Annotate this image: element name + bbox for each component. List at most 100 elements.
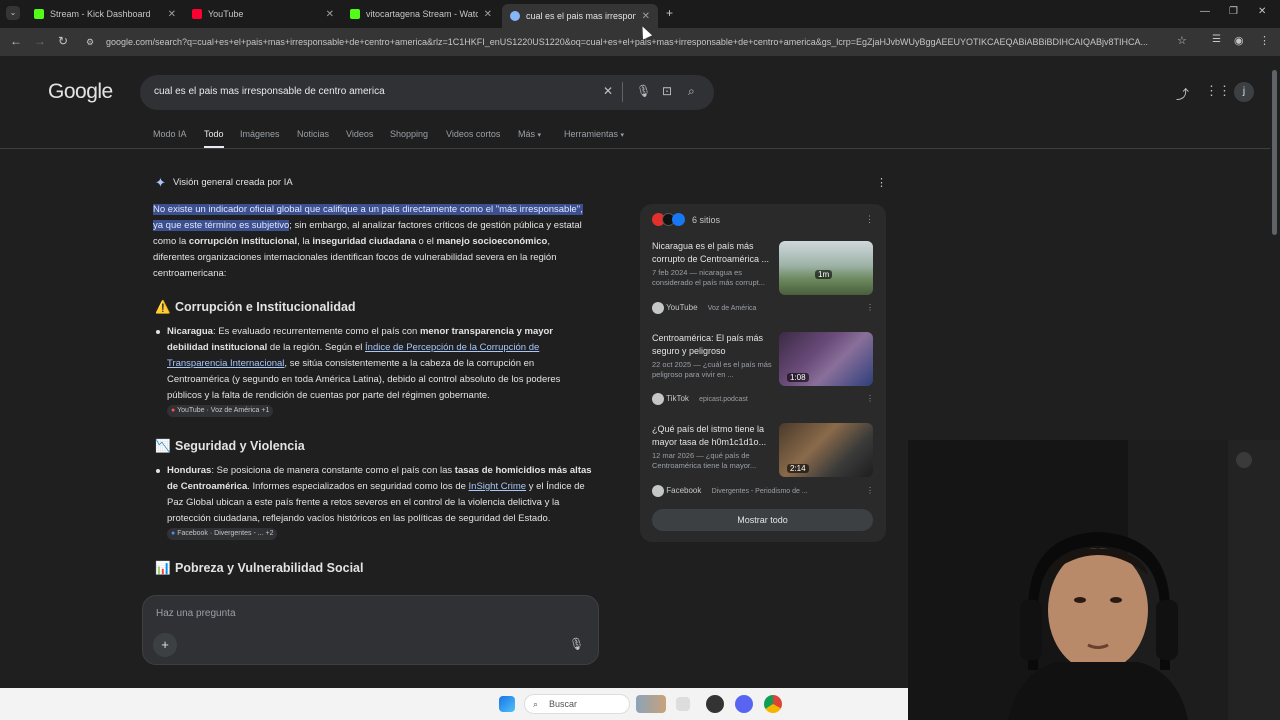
close-icon[interactable]: ✕ xyxy=(326,9,334,20)
windows-start-icon[interactable] xyxy=(499,696,515,712)
search-icon[interactable]: ⌕ xyxy=(688,84,695,99)
source-platform-line: Facebook Divergentes - Periodismo de ... xyxy=(652,485,808,497)
add-icon[interactable]: + xyxy=(153,633,177,657)
task-view-icon[interactable] xyxy=(676,697,690,711)
close-icon[interactable]: ✕ xyxy=(484,9,492,20)
site-info-icon[interactable]: ⚙ xyxy=(86,33,94,51)
more-options-icon[interactable]: ⋮ xyxy=(876,176,887,189)
section-heading-corrupcion: ⚠️ Corrupción e Institucionalidad xyxy=(155,300,356,315)
bullet xyxy=(156,469,160,473)
intro-bold-1: corrupción institucional xyxy=(188,236,298,247)
search-input[interactable]: cual es el pais mas irresponsable de cen… xyxy=(154,86,385,97)
chevron-down-icon: ▾ xyxy=(620,132,625,139)
ask-box[interactable] xyxy=(142,595,599,665)
tab-videos[interactable]: Videos xyxy=(346,129,373,139)
discord-icon[interactable] xyxy=(735,695,753,713)
section-title: Corrupción e Institucionalidad xyxy=(175,300,356,314)
source-item[interactable]: Nicaragua es el país más corrupto de Cen… xyxy=(652,240,772,288)
avatar[interactable]: j xyxy=(1234,82,1254,102)
browser-tab-kick-dashboard[interactable]: Stream - Kick Dashboard ✕ xyxy=(26,4,184,24)
window-close-icon[interactable]: ✕ xyxy=(1258,6,1266,17)
mic-icon[interactable]: 🎙 xyxy=(636,84,651,98)
source-chip-label: Facebook · Divergentes - ... +2 xyxy=(177,530,274,538)
new-tab-icon[interactable]: + xyxy=(666,6,673,20)
close-icon[interactable]: ✕ xyxy=(168,9,176,20)
tab-modo-ia[interactable]: Modo IA xyxy=(153,129,187,139)
video-duration: 1m xyxy=(815,270,833,279)
tab-label: Stream - Kick Dashboard xyxy=(50,9,151,19)
tab-search-icon[interactable]: ⌄ xyxy=(6,6,20,20)
back-icon[interactable]: ← xyxy=(10,34,22,48)
apps-grid-icon[interactable]: ⋮⋮ xyxy=(1205,83,1231,99)
video-thumbnail[interactable]: 2:14 xyxy=(779,423,873,477)
divider xyxy=(622,82,623,102)
kick-icon xyxy=(34,9,44,19)
source-platform-line: YouTube Voz de América xyxy=(652,302,756,314)
source-platform-line: TikTok epicast.podcast xyxy=(652,393,748,405)
mic-icon[interactable]: 🎙 xyxy=(569,637,584,651)
google-logo[interactable]: Google xyxy=(48,80,113,104)
source-platform: Facebook xyxy=(666,486,702,496)
bookmark-star-icon[interactable]: ☆ xyxy=(1177,34,1187,47)
maximize-icon[interactable]: ❐ xyxy=(1229,6,1238,17)
source-favicons xyxy=(652,213,690,227)
source-platform: TikTok xyxy=(666,394,689,404)
tab-todo[interactable]: Todo xyxy=(204,129,224,139)
profile-icon[interactable]: ◉ xyxy=(1234,34,1244,47)
warning-icon: ⚠️ xyxy=(155,300,171,314)
app-icon[interactable] xyxy=(706,695,724,713)
facebook-icon xyxy=(672,213,685,226)
more-options-icon[interactable]: ⋮ xyxy=(866,394,874,403)
video-thumbnail[interactable]: 1m xyxy=(779,241,873,295)
source-chip[interactable]: ● Facebook · Divergentes - ... +2 xyxy=(167,528,278,541)
source-item[interactable]: Centroamérica: El país más seguro y peli… xyxy=(652,332,772,380)
browser-tab-youtube[interactable]: YouTube ✕ xyxy=(184,4,342,24)
webcam-image xyxy=(908,440,1280,720)
more-options-icon[interactable]: ⋮ xyxy=(865,214,874,225)
browser-menu-icon[interactable]: ⋮ xyxy=(1259,34,1270,47)
close-icon[interactable]: ✕ xyxy=(642,11,650,22)
tab-herramientas-label: Herramientas xyxy=(564,129,619,139)
chevron-down-icon: ▾ xyxy=(537,132,542,139)
ask-input[interactable]: Haz una pregunta xyxy=(156,608,236,619)
tab-videos-cortos[interactable]: Videos cortos xyxy=(446,129,500,139)
bullet xyxy=(156,330,160,334)
para-text-2: . Informes especializados en seguridad c… xyxy=(247,481,469,492)
video-duration: 1:08 xyxy=(787,373,809,382)
taskbar-search[interactable]: ⌕ Buscar xyxy=(524,694,630,714)
widgets-icon[interactable] xyxy=(636,695,666,713)
insight-crime-link[interactable]: InSight Crime xyxy=(469,481,527,492)
more-options-icon[interactable]: ⋮ xyxy=(866,486,874,495)
source-title[interactable]: Centroamérica: El país más seguro y peli… xyxy=(652,332,772,358)
menu-icon[interactable]: ☰ xyxy=(1212,34,1221,45)
sources-count[interactable]: 6 sitios xyxy=(692,215,720,225)
section-title: Seguridad y Violencia xyxy=(175,439,305,453)
scrollbar-thumb[interactable] xyxy=(1272,70,1277,235)
source-chip[interactable]: ● YouTube · Voz de América +1 xyxy=(167,405,274,418)
tab-herramientas[interactable]: Herramientas ▾ xyxy=(564,129,624,139)
browser-tab-kick-stream[interactable]: vitocartagena Stream - Watch L ✕ xyxy=(342,4,500,24)
tab-noticias[interactable]: Noticias xyxy=(297,129,329,139)
chrome-icon[interactable] xyxy=(764,695,782,713)
section-title: Pobreza y Vulnerabilidad Social xyxy=(175,561,364,575)
source-title[interactable]: ¿Qué país del istmo tiene la mayor tasa … xyxy=(652,423,772,449)
tab-shopping[interactable]: Shopping xyxy=(390,129,428,139)
forward-icon[interactable]: → xyxy=(34,34,46,48)
intro-bold-3: manejo socioeconómico xyxy=(436,236,548,247)
reload-icon[interactable]: ↻ xyxy=(58,34,68,48)
intro-bold-2: inseguridad ciudadana xyxy=(312,236,416,247)
source-item[interactable]: ¿Qué país del istmo tiene la mayor tasa … xyxy=(652,423,772,471)
show-all-button[interactable]: Mostrar todo xyxy=(652,509,873,531)
share-icon[interactable]: ⤴ xyxy=(1176,84,1189,103)
minimize-icon[interactable]: — xyxy=(1200,6,1210,17)
browser-tab-google-search[interactable]: cual es el pais mas irresponsabl ✕ xyxy=(502,4,658,28)
tab-mas[interactable]: Más ▾ xyxy=(518,129,541,139)
tab-imagenes[interactable]: Imágenes xyxy=(240,129,280,139)
address-bar[interactable]: ⚙ google.com/search?q=cual+es+el+pais+ma… xyxy=(80,33,1200,51)
lens-icon[interactable]: ⊡ xyxy=(662,84,672,98)
source-title[interactable]: Nicaragua es el país más corrupto de Cen… xyxy=(652,240,772,266)
video-thumbnail[interactable]: 1:08 xyxy=(779,332,873,386)
clear-icon[interactable]: ✕ xyxy=(603,84,613,98)
video-duration: 2:14 xyxy=(787,464,809,473)
more-options-icon[interactable]: ⋮ xyxy=(866,303,874,312)
